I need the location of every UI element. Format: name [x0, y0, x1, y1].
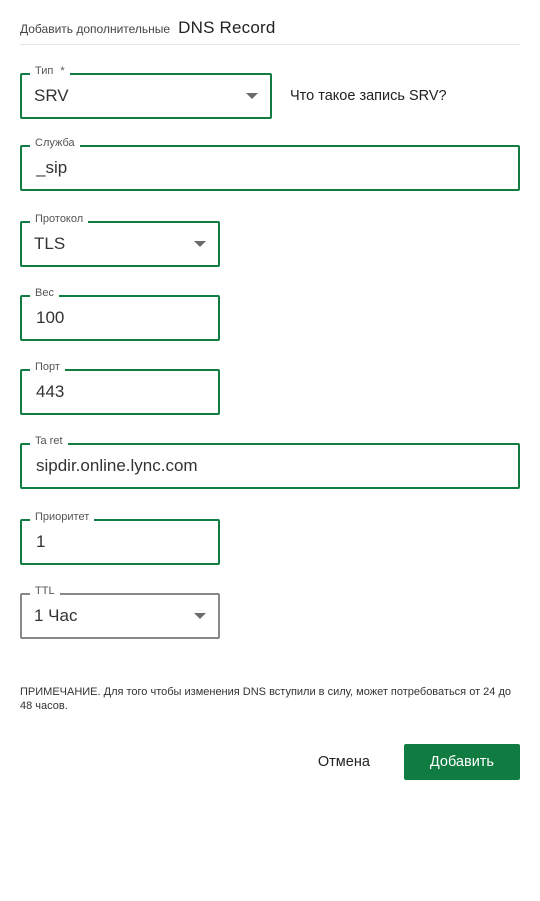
cancel-button[interactable]: Отмена: [302, 744, 386, 780]
chevron-down-icon: [246, 93, 258, 99]
title-main: DNS Record: [178, 18, 275, 38]
priority-input[interactable]: [34, 531, 206, 553]
priority-field: Приоритет: [20, 519, 220, 565]
chevron-down-icon: [194, 241, 206, 247]
weight-field: Вес: [20, 295, 220, 341]
service-field: Служба: [20, 145, 520, 191]
title-prefix: Добавить дополнительные: [20, 22, 170, 36]
ttl-value: 1 Час: [34, 606, 77, 626]
port-field: Порт: [20, 369, 220, 415]
target-field: Ta ret: [20, 443, 520, 489]
note-text: ПРИМЕЧАНИЕ. Для того чтобы изменения DNS…: [20, 685, 520, 714]
service-input-wrap: [20, 145, 520, 191]
add-dns-record-dialog: Добавить дополнительные DNS Record Тип *…: [0, 0, 540, 804]
dialog-title-bar: Добавить дополнительные DNS Record: [20, 18, 520, 45]
priority-label: Приоритет: [30, 511, 94, 523]
required-star: *: [60, 65, 64, 77]
submit-button[interactable]: Добавить: [404, 744, 520, 780]
chevron-down-icon: [194, 613, 206, 619]
type-select[interactable]: SRV: [20, 73, 272, 119]
target-input[interactable]: [34, 455, 506, 477]
target-input-wrap: [20, 443, 520, 489]
ttl-select[interactable]: 1 Час: [20, 593, 220, 639]
protocol-select[interactable]: TLS: [20, 221, 220, 267]
protocol-field: Протокол TLS: [20, 221, 220, 267]
port-input[interactable]: [34, 381, 206, 403]
type-label-text: Тип: [35, 65, 53, 77]
type-label: Тип *: [30, 65, 70, 77]
type-value: SRV: [34, 86, 69, 106]
weight-label: Вес: [30, 287, 59, 299]
target-label: Ta ret: [30, 435, 68, 447]
port-label: Порт: [30, 361, 65, 373]
weight-input[interactable]: [34, 307, 206, 329]
type-field: Тип * SRV: [20, 73, 272, 119]
service-label: Служба: [30, 137, 80, 149]
ttl-label: TTL: [30, 585, 60, 597]
weight-input-wrap: [20, 295, 220, 341]
protocol-value: TLS: [34, 234, 65, 254]
ttl-field: TTL 1 Час: [20, 593, 220, 639]
priority-input-wrap: [20, 519, 220, 565]
srv-help-link[interactable]: Что такое запись SRV?: [290, 88, 447, 104]
protocol-label: Протокол: [30, 213, 88, 225]
port-input-wrap: [20, 369, 220, 415]
type-row: Тип * SRV Что такое запись SRV?: [20, 73, 520, 119]
dialog-actions: Отмена Добавить: [20, 744, 520, 780]
service-input[interactable]: [34, 157, 506, 179]
